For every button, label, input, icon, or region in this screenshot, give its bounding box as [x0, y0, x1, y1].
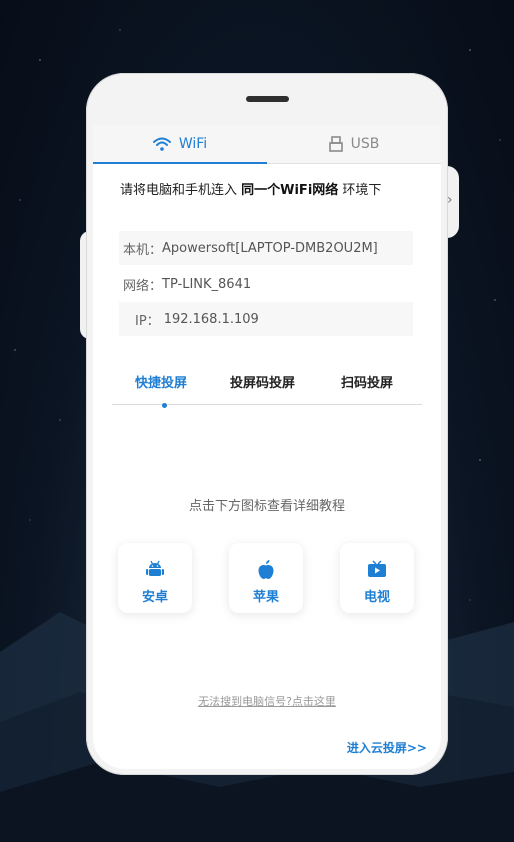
network-value: TP-LINK_8641 — [162, 276, 252, 292]
connection-instruction: 请将电脑和手机连入 同一个WiFi网络 环境下 — [120, 180, 410, 201]
instruction-emphasis: 同一个WiFi网络 — [241, 183, 339, 198]
host-label: 本机： — [123, 242, 163, 258]
network-row: 网络： TP-LINK_8641 — [119, 267, 413, 301]
instruction-suffix: 环境下 — [338, 183, 382, 198]
platform-card-apple[interactable]: 苹果 — [229, 543, 303, 613]
mode-tabs-divider — [112, 404, 422, 405]
tv-icon — [367, 558, 387, 580]
phone-speaker — [246, 96, 289, 102]
wifi-icon — [152, 137, 171, 151]
active-mode-indicator — [162, 403, 167, 408]
ip-label: IP： — [135, 313, 160, 329]
tab-usb-label: USB — [350, 136, 380, 152]
platform-label-tv: 电视 — [363, 590, 390, 605]
mode-tab-scan-qr[interactable]: 扫码投屏 — [341, 372, 393, 391]
host-row: 本机： Apowersoft[LAPTOP-DMB2OU2M] — [119, 231, 413, 265]
platform-label-android: 安卓 — [141, 590, 168, 605]
platform-card-tv[interactable]: 电视 — [340, 543, 414, 613]
apple-icon — [257, 558, 275, 580]
tab-wifi-label: WiFi — [178, 136, 208, 152]
phone-screen: WiFi USB 请将电脑和手机连入 同一个WiFi网络 环境下 本机： Apow… — [93, 125, 441, 769]
connection-tabs: WiFi USB — [93, 125, 441, 164]
instruction-prefix: 请将电脑和手机连入 — [120, 183, 242, 198]
tutorial-hint: 点击下方图标查看详细教程 — [188, 499, 345, 514]
usb-icon — [328, 136, 343, 152]
phone-frame: WiFi USB 请将电脑和手机连入 同一个WiFi网络 环境下 本机： Apow… — [86, 73, 448, 775]
platform-card-android[interactable]: 安卓 — [118, 543, 192, 613]
active-tab-underline — [93, 162, 267, 164]
ip-value: 192.168.1.109 — [163, 311, 259, 327]
mode-tab-cast-code[interactable]: 投屏码投屏 — [230, 372, 295, 391]
cloud-cast-link[interactable]: 进入云投屏>> — [347, 739, 427, 756]
tab-usb[interactable]: USB — [267, 125, 441, 163]
mode-tab-quick-cast[interactable]: 快捷投屏 — [135, 372, 187, 391]
platform-label-apple: 苹果 — [252, 590, 279, 605]
host-value: Apowersoft[LAPTOP-DMB2OU2M] — [162, 240, 378, 256]
network-label: 网络： — [123, 278, 163, 294]
android-icon — [145, 558, 165, 580]
ip-row: IP： 192.168.1.109 — [119, 302, 413, 336]
tab-wifi[interactable]: WiFi — [93, 125, 267, 163]
no-signal-help-link[interactable]: 无法搜到电脑信号?点击这里 — [93, 693, 441, 709]
